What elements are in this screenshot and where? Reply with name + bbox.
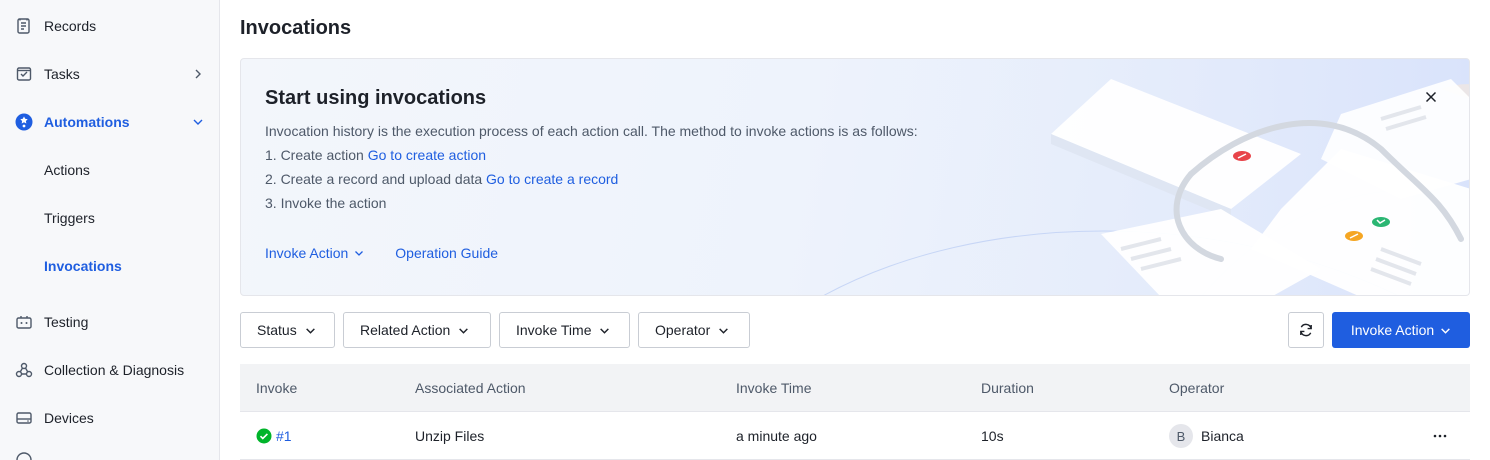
testing-icon [14,312,34,332]
status-filter[interactable]: Status [240,312,335,348]
duration-cell: 10s [981,428,1004,444]
chevron-down-icon [355,251,364,256]
chevron-down-icon [600,327,610,334]
table-header: Invoke Associated Action Invoke Time Dur… [240,364,1470,412]
banner-description: Invocation history is the execution proc… [265,123,918,139]
related-action-filter-label: Related Action [360,322,451,338]
sidebar-item-invocations[interactable]: Invocations [0,246,219,286]
sidebar: Records Tasks Automations Actions Trigge… [0,0,220,460]
more-icon[interactable] [1432,428,1448,444]
go-to-create-record-link[interactable]: Go to create a record [486,171,618,187]
invoke-action-button[interactable]: Invoke Action [1332,312,1470,348]
sidebar-item-testing[interactable]: Testing [0,302,219,342]
sidebar-item-collection-diagnosis[interactable]: Collection & Diagnosis [0,350,219,390]
tasks-icon [14,64,34,84]
chevron-down-icon [459,327,469,334]
column-header-invoke-time: Invoke Time [736,380,812,396]
chevron-down-icon [305,327,315,334]
banner-invoke-action-dropdown[interactable]: Invoke Action [265,244,364,262]
chevron-down-icon [1441,327,1450,334]
step-2-text: 2. Create a record and upload data [265,171,487,187]
step-1-text: 1. Create action [265,147,368,163]
refresh-button[interactable] [1288,312,1324,348]
sidebar-item-actions[interactable]: Actions [0,150,219,190]
banner-step-3: 3. Invoke the action [265,195,387,211]
table-row: #1 Unzip Files a minute ago 10s B Bianca [240,412,1470,460]
sidebar-item-label: Invocations [44,258,122,274]
related-action-filter[interactable]: Related Action [343,312,491,348]
chevron-down-icon [193,119,203,125]
sidebar-item-tasks[interactable]: Tasks [0,54,219,94]
column-header-duration: Duration [981,380,1034,396]
records-icon [14,16,34,36]
automations-icon [14,112,34,132]
operator-filter[interactable]: Operator [638,312,750,348]
sidebar-item-label: Triggers [44,210,95,226]
invoke-action-button-label: Invoke Action [1350,322,1435,338]
banner-invoke-action-label: Invoke Action [265,245,349,261]
sidebar-item-triggers[interactable]: Triggers [0,198,219,238]
operator-cell: Bianca [1201,428,1244,444]
operation-guide-link[interactable]: Operation Guide [395,244,498,262]
avatar: B [1169,424,1193,448]
banner-step-1: 1. Create action Go to create action [265,146,486,164]
column-header-associated-action: Associated Action [415,380,526,396]
sidebar-item-label: Records [44,18,97,34]
column-header-invoke: Invoke [256,380,298,396]
sidebar-item-label: Collection & Diagnosis [44,362,185,378]
go-to-create-action-link[interactable]: Go to create action [368,147,486,163]
invoke-time-filter[interactable]: Invoke Time [499,312,630,348]
success-check-icon [256,428,272,444]
collection-diagnosis-icon [14,360,34,380]
sidebar-item-label: Automations [44,114,130,130]
banner-illustration-icon [801,59,1469,295]
onboarding-banner: Start using invocations Invocation histo… [240,58,1470,296]
sidebar-item-automations[interactable]: Automations [0,102,219,142]
banner-title: Start using invocations [265,87,487,109]
refresh-icon [1300,323,1312,337]
sidebar-item-records[interactable]: Records [0,6,219,46]
devices-icon [14,408,34,428]
chevron-down-icon [719,327,729,334]
sidebar-item-devices[interactable]: Devices [0,398,219,438]
sidebar-item-label: Actions [44,162,90,178]
invoke-time-filter-label: Invoke Time [516,322,592,338]
sidebar-item-label: Tasks [44,66,80,82]
associated-action-cell: Unzip Files [415,428,485,444]
page-title: Invocations [240,17,352,39]
invoke-id-link[interactable]: #1 [276,428,292,444]
sidebar-item-label: Testing [44,314,89,330]
sidebar-item-label: Devices [44,410,94,426]
partial-nav-icon [16,452,32,460]
banner-actions: Invoke Action Operation Guide [265,243,498,263]
status-filter-label: Status [257,322,297,338]
banner-step-2: 2. Create a record and upload data Go to… [265,170,618,188]
operator-filter-label: Operator [655,322,711,338]
close-icon[interactable] [1423,89,1439,105]
chevron-right-icon [195,69,201,79]
column-header-operator: Operator [1169,380,1225,396]
invoke-time-cell: a minute ago [736,428,817,444]
